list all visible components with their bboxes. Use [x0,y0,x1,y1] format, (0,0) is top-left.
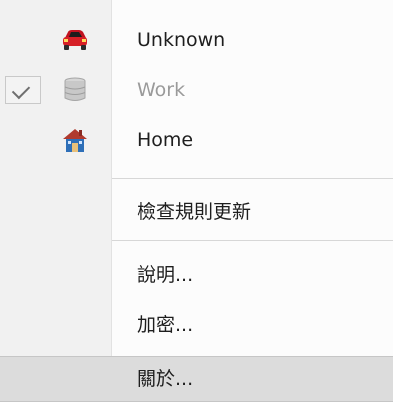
menu-item-encrypt[interactable]: 加密... [0,300,393,350]
menu-item-about[interactable]: 關於... [0,356,393,402]
house-icon [60,126,90,154]
menu-item-home[interactable]: Home [0,115,393,165]
menu-item-help[interactable]: 說明... [0,250,393,300]
menu-item-label: 說明... [137,264,194,286]
menu-item-label: Work [137,79,186,101]
database-icon [60,76,90,104]
menu-item-label: Unknown [137,29,226,51]
menu-separator [112,178,393,179]
menu-item-label: 關於... [137,368,194,390]
car-icon [60,26,90,54]
menu-item-unknown[interactable]: Unknown [0,15,393,65]
menu-separator [112,240,393,241]
menu-item-label: 檢查規則更新 [137,201,252,223]
menu-item-work[interactable]: Work [0,65,393,115]
menu-item-label: Home [137,129,194,151]
context-menu: Unknown Work Home 檢查規則更新 說明... 加密... 關於.… [0,0,393,402]
menu-item-label: 加密... [137,314,194,336]
menu-item-check-updates[interactable]: 檢查規則更新 [0,187,393,237]
